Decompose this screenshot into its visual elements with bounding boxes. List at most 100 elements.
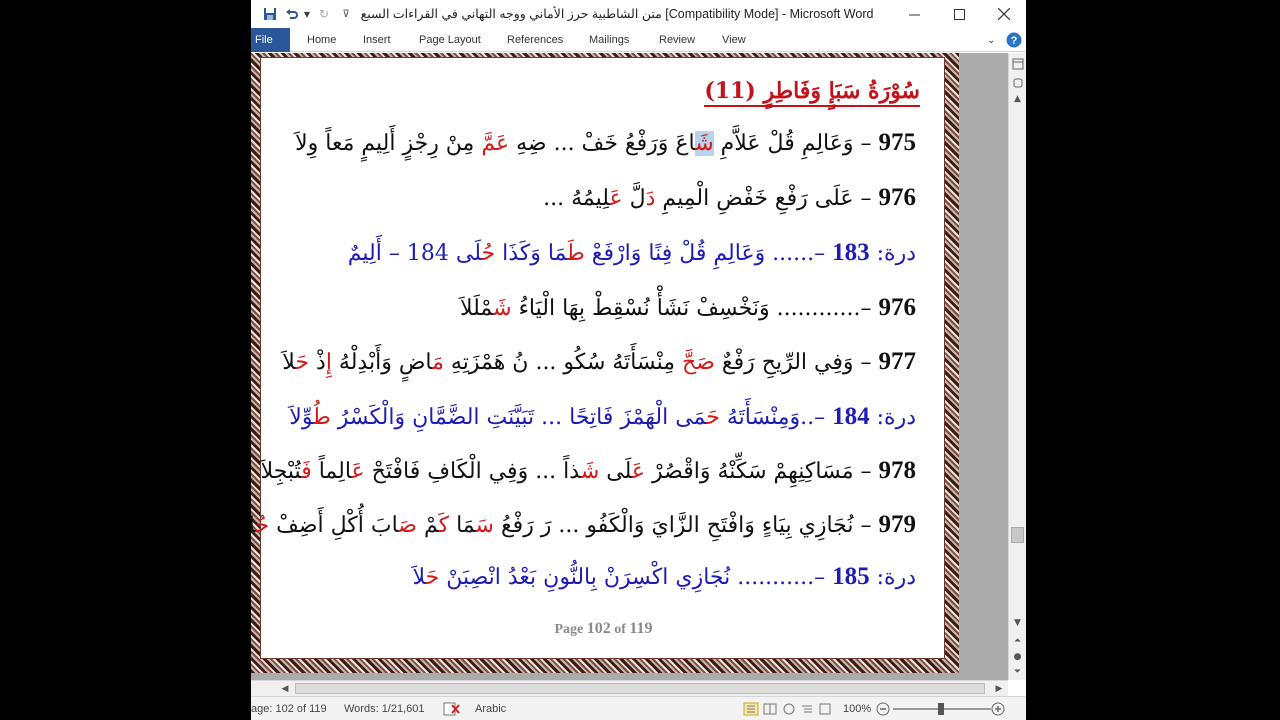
verse-text: – وَفِي الرِّيحِ رَفْعٌ xyxy=(714,350,879,375)
document-area[interactable]: سُوْرَةُ سَبَإٍ وَفَاطِرٍ (11) 975 – وَع… xyxy=(251,53,1008,680)
durra-prefix: درة: xyxy=(869,405,916,430)
zoom-level[interactable]: 100% xyxy=(843,697,871,720)
verse-text: عَ xyxy=(609,186,623,211)
ribbon-tabs: File Home Insert Page Layout References … xyxy=(251,28,1026,52)
zoom-slider-handle[interactable] xyxy=(938,703,944,715)
zoom-in-icon[interactable] xyxy=(991,697,1005,720)
verse-number: 978 xyxy=(878,457,917,484)
verse-text: اضٍ وَأَبْدِلْهُ xyxy=(331,350,433,375)
verse-line[interactable]: 978 – مَسَاكِنِهِمْ سَكِّنْهُ وَاقْصُرْ … xyxy=(261,456,916,487)
verse-text: وِّلاَ xyxy=(289,405,314,430)
verse-text: – مَسَاكِنِهِمْ سَكِّنْهُ وَاقْصُرْ xyxy=(645,459,879,484)
language-status[interactable]: Arabic xyxy=(475,697,506,720)
tab-review[interactable]: Review xyxy=(659,28,695,52)
verse-text: مْ xyxy=(416,513,439,538)
verse-line[interactable]: 976 –............ وَنَخْسِفْ نَشَأْ نُسْ… xyxy=(460,293,916,324)
maximize-button[interactable] xyxy=(937,0,982,28)
tab-view[interactable]: View xyxy=(722,28,746,52)
scroll-down-icon[interactable]: ▼ xyxy=(1009,615,1026,631)
verse-text: لاَ xyxy=(412,565,426,590)
save-icon[interactable] xyxy=(261,5,279,23)
vertical-scrollbar[interactable]: ▲ ▼ ⏶ ● ⏷ xyxy=(1008,53,1026,680)
verse-text: لِيمُهُ ... xyxy=(543,186,610,211)
page-prefix: Page xyxy=(554,622,587,637)
verse-text: صَ xyxy=(398,513,417,538)
verse-text: –...... وَعَالِمِ قُلْ فِنًا وَارْفَعْ xyxy=(584,241,833,266)
verse-text: حُ xyxy=(481,241,496,266)
redo-icon[interactable]: ↻ xyxy=(315,5,333,23)
verse-text: 184 – أَلِيمٌ xyxy=(347,241,456,266)
ruler-toggle-icon[interactable] xyxy=(1009,56,1026,72)
tab-file[interactable]: File xyxy=(251,28,290,52)
verse-text: حَ xyxy=(706,405,720,430)
verse-text: ذْ xyxy=(309,350,326,375)
tab-insert[interactable]: Insert xyxy=(363,28,391,52)
full-screen-reading-icon[interactable] xyxy=(763,697,777,720)
draft-view-icon[interactable] xyxy=(818,697,832,720)
verse-text: حَ xyxy=(425,565,440,590)
proofing-icon[interactable] xyxy=(443,697,461,720)
ribbon-collapse-icon[interactable]: ⌄ xyxy=(987,28,995,52)
page-count-status[interactable]: age: 102 of 119 xyxy=(251,697,327,720)
hand-tool-icon[interactable] xyxy=(1009,74,1026,90)
horizontal-scrollbar[interactable]: ◀ ▶ xyxy=(251,680,1008,696)
web-layout-icon[interactable] xyxy=(782,697,796,720)
verse-line[interactable]: درة: 185 –........... نُجَازِي اكْسِرَنْ… xyxy=(412,562,916,593)
verse-text: مْلَلاَ xyxy=(460,296,494,321)
verse-line[interactable]: 977 – وَفِي الرِّيحِ رَفْعٌ صَحَّ مِنْسَ… xyxy=(282,347,916,378)
horizontal-scroll-thumb[interactable] xyxy=(295,683,985,694)
document-page[interactable]: سُوْرَةُ سَبَإٍ وَفَاطِرٍ (11) 975 – وَع… xyxy=(251,53,959,673)
verse-number: 977 xyxy=(878,348,917,375)
verse-text: عَمَّ xyxy=(481,131,510,156)
status-bar: age: 102 of 119 Words: 1/21,601 Arabic 1… xyxy=(251,696,1026,720)
verse-text: مَا xyxy=(449,513,476,538)
verse-line[interactable]: 975 – وَعَالِمِ قُلْ عَلاَّمِ شَاعَ وَرَ… xyxy=(295,128,916,159)
zoom-slider[interactable] xyxy=(893,697,991,720)
verse-text: دَ xyxy=(645,186,656,211)
verse-text: حَ xyxy=(295,350,310,375)
verse-line[interactable]: 976 – عَلَى رَفْعِ خَفْضِ الْمِيمِ دَلَّ… xyxy=(543,183,916,214)
scroll-up-icon[interactable]: ▲ xyxy=(1009,91,1026,107)
verse-number: 976 xyxy=(878,184,917,211)
verse-text: مَا وَكَذَا xyxy=(495,241,568,266)
tab-page-layout[interactable]: Page Layout xyxy=(419,28,481,52)
verse-number: 976 xyxy=(878,294,917,321)
tab-references[interactable]: References xyxy=(507,28,563,52)
verse-text: طَ xyxy=(567,241,585,266)
page-total: 119 xyxy=(629,620,653,637)
verse-text: مَى الْهَمْزَ فَاتِحًا ... تَبَيَّنَتِ ا… xyxy=(330,405,707,430)
verse-text: ابَ أُكْلِ أَضِفْ xyxy=(269,513,399,538)
verse-text: اعَ وَرَفْعُ خَفْ ... ضِهِ xyxy=(509,131,696,156)
verse-line[interactable]: درة: 183 –...... وَعَالِمِ قُلْ فِنًا وَ… xyxy=(348,238,916,269)
word-count-status[interactable]: Words: 1/21,601 xyxy=(344,697,425,720)
browse-object-icon[interactable]: ● xyxy=(1009,649,1026,665)
minimize-button[interactable] xyxy=(892,0,937,28)
verse-text: كَ xyxy=(438,513,450,538)
surah-heading: سُوْرَةُ سَبَإٍ وَفَاطِرٍ (11) xyxy=(704,78,920,107)
verse-line[interactable]: 979 – نُجَازِي بِيَاءٍ وَافْتَحِ الزَّاي… xyxy=(251,510,916,541)
scroll-right-icon[interactable]: ▶ xyxy=(991,681,1007,697)
scroll-left-icon[interactable]: ◀ xyxy=(277,681,293,697)
help-icon[interactable]: ? xyxy=(1006,28,1022,52)
word-window: ▼ ↻ ⊽ متن الشاطبية حرز الأماني ووجه الته… xyxy=(251,0,1026,720)
zoom-out-icon[interactable] xyxy=(876,697,890,720)
verse-line[interactable]: درة: 184 –..وَمِنْسَأَتَهُ حَمَى الْهَمْ… xyxy=(289,402,916,433)
undo-icon[interactable] xyxy=(283,5,301,23)
previous-page-icon[interactable]: ⏶ xyxy=(1009,633,1026,649)
verse-text: سَ xyxy=(475,513,494,538)
verse-number: 183 xyxy=(832,239,870,266)
close-button[interactable] xyxy=(981,0,1026,28)
outline-view-icon[interactable] xyxy=(800,697,814,720)
tab-home[interactable]: Home xyxy=(307,28,336,52)
tab-mailings[interactable]: Mailings xyxy=(589,28,629,52)
verse-text: مَ xyxy=(432,350,444,375)
verse-text: –............ وَنَخْسِفْ نَشَأْ نُسْقِطْ… xyxy=(511,296,879,321)
next-page-icon[interactable]: ⏷ xyxy=(1009,664,1026,680)
verse-text: الِماً xyxy=(311,459,352,484)
durra-prefix: درة: xyxy=(869,241,916,266)
vertical-scroll-thumb[interactable] xyxy=(1011,527,1024,543)
verse-text: ذاً ... وَفِي الْكَافِ فَافْتَحْ xyxy=(364,459,581,484)
page-content[interactable]: سُوْرَةُ سَبَإٍ وَفَاطِرٍ (11) 975 – وَع… xyxy=(251,57,945,659)
print-layout-view-icon[interactable] xyxy=(743,697,759,720)
undo-dropdown-icon[interactable]: ▼ xyxy=(302,5,312,23)
